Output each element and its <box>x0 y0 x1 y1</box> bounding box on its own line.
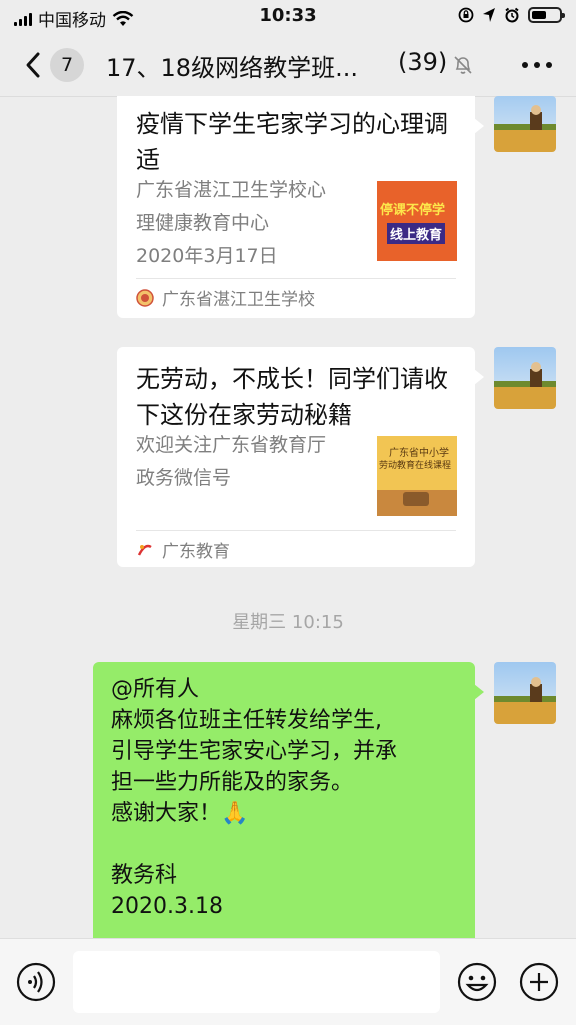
card-source-name: 广东教育 <box>162 542 230 562</box>
rotation-lock-icon <box>458 7 474 23</box>
card-thumbnail: 停课不停学 线上教育 <box>377 181 457 261</box>
alarm-icon <box>505 7 519 23</box>
back-chevron-icon[interactable] <box>20 50 48 80</box>
more-icon[interactable] <box>522 62 552 68</box>
card-source: 广东教育 <box>136 537 230 562</box>
thumbnail-text: 劳动教育在线课程 <box>379 461 452 471</box>
status-right <box>458 7 565 23</box>
message-timestamp: 星期三 10:15 <box>232 612 344 633</box>
chat-title[interactable]: 17、18级网络教学班... <box>106 48 358 83</box>
article-card-2[interactable]: 无劳动，不成长！同学们请收下这份在家劳动秘籍 欢迎关注广东省教育厅 政务微信号 … <box>117 347 484 567</box>
card-title: 疫情下学生宅家学习的心理调适 <box>136 110 448 174</box>
card-source: 广东省湛江卫生学校 <box>136 285 315 310</box>
avatar[interactable] <box>494 96 556 152</box>
message-line: 麻烦各位班主任转发给学生, <box>111 708 382 733</box>
thumbnail-text: 线上教育 <box>387 223 446 244</box>
battery-icon <box>528 7 565 23</box>
edu-logo-icon <box>137 544 152 556</box>
thumbnail-text: 停课不停学 <box>380 203 446 218</box>
message-line <box>111 829 461 860</box>
chat-header: 7 17、18级网络教学班... (39) <box>0 34 576 97</box>
card-desc-line: 理健康教育中心 <box>136 212 270 234</box>
thumbnail-text: 广东省中小学 <box>389 448 449 459</box>
emoji-icon[interactable] <box>457 962 497 1002</box>
card-desc-line: 广东省湛江卫生学校心 <box>136 179 327 201</box>
school-logo-icon <box>136 288 154 307</box>
message-input[interactable] <box>73 951 440 1013</box>
message-line: 引导学生宅家安心学习，并承 <box>111 739 398 764</box>
mute-bell-icon <box>454 56 472 74</box>
card-divider <box>136 530 456 531</box>
text-message-bubble[interactable]: @所有人 麻烦各位班主任转发给学生, 引导学生宅家安心学习，并承 担一些力所能及… <box>93 662 484 952</box>
card-source-name: 广东省湛江卫生学校 <box>162 290 315 310</box>
plus-icon[interactable] <box>519 962 559 1002</box>
avatar[interactable] <box>494 347 556 409</box>
message-line: 2020.3.18 <box>111 894 223 919</box>
input-bar <box>0 938 576 1025</box>
card-divider <box>136 278 456 279</box>
message-line: @所有人 <box>111 677 200 702</box>
card-title: 无劳动，不成长！同学们请收下这份在家劳动秘籍 <box>136 365 448 429</box>
member-count: (39) <box>398 48 448 76</box>
card-date: 2020年3月17日 <box>136 245 278 267</box>
article-card-1[interactable]: 疫情下学生宅家学习的心理调适 广东省湛江卫生学校心 理健康教育中心 2020年3… <box>117 96 484 318</box>
voice-icon[interactable] <box>16 962 56 1002</box>
card-thumbnail: 广东省中小学 劳动教育在线课程 <box>377 436 457 516</box>
avatar[interactable] <box>494 662 556 724</box>
status-bar: 中国移动 10:33 <box>0 0 576 34</box>
message-line: 教务科 <box>111 863 178 888</box>
message-line: 担一些力所能及的家务。 <box>111 770 354 795</box>
unread-badge[interactable]: 7 <box>50 48 84 82</box>
location-icon <box>483 8 495 22</box>
card-desc-line: 政务微信号 <box>136 467 232 489</box>
message-text: @所有人 麻烦各位班主任转发给学生, 引导学生宅家安心学习，并承 担一些力所能及… <box>111 674 461 922</box>
card-desc-line: 欢迎关注广东省教育厅 <box>136 434 327 456</box>
message-line: 感谢大家！🙏 <box>111 801 249 826</box>
